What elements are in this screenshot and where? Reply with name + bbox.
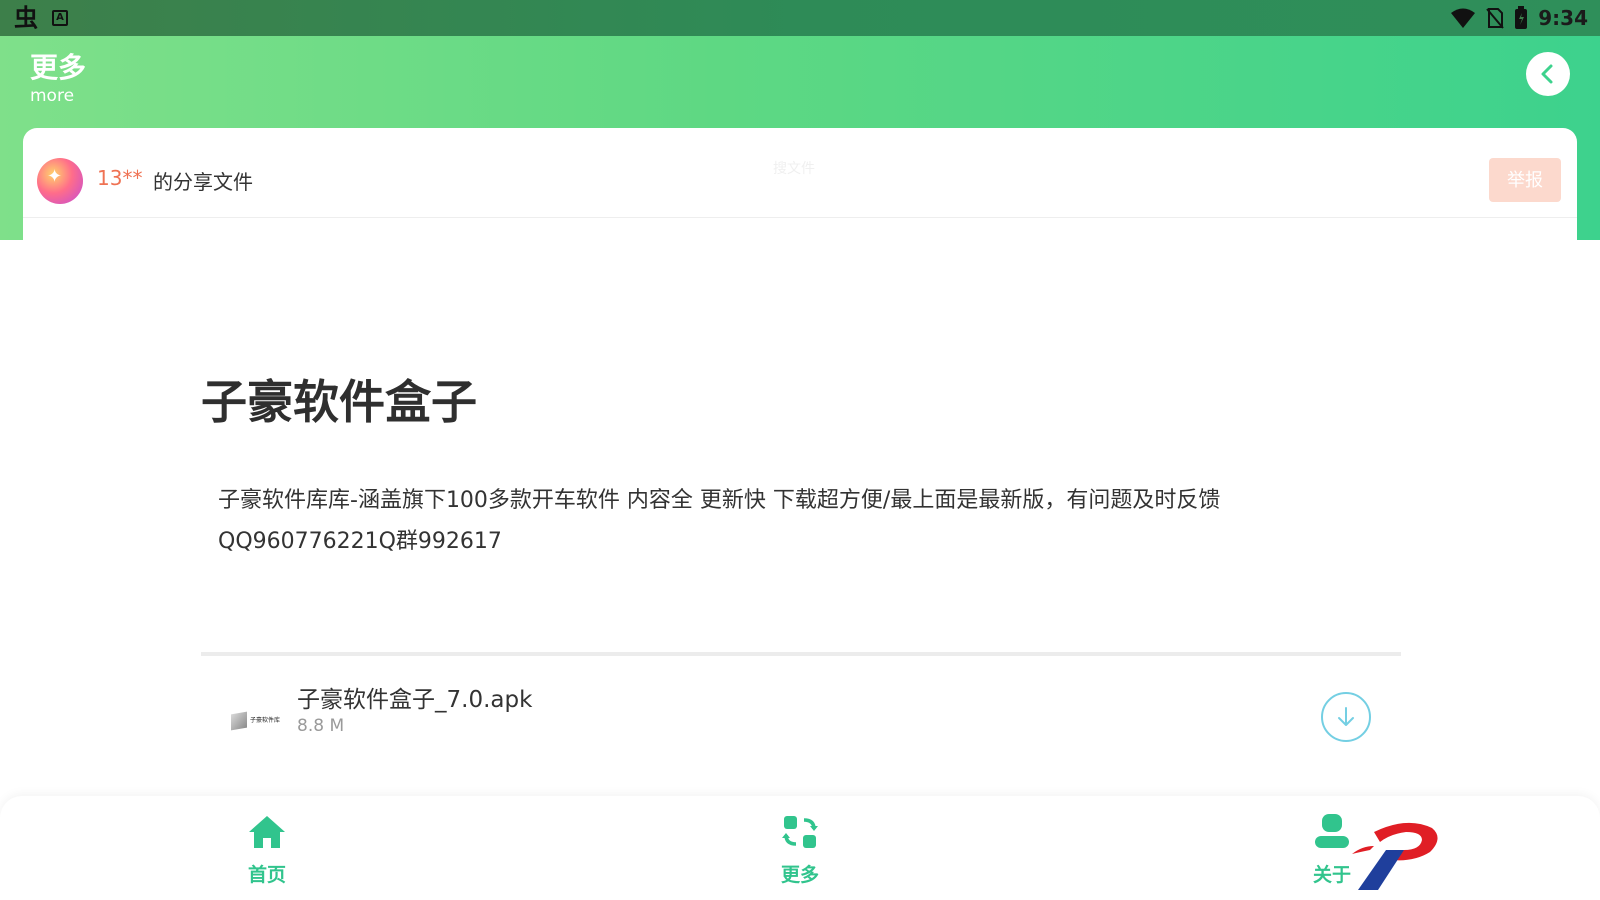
document-description: 子豪软件库库-涵盖旗下100多款开车软件 内容全 更新快 下载超方便/最上面是最… <box>218 488 1221 554</box>
divider <box>201 652 1401 656</box>
content-card: ✦ 13** 的分享文件 搜文件 举报 子豪软件盒子 子豪软件库库-涵盖旗下10… <box>23 128 1577 808</box>
a-icon: A <box>52 10 68 26</box>
avatar[interactable]: ✦ <box>37 158 83 204</box>
status-left: 虫 A <box>14 4 68 32</box>
file-size: 8.8 M <box>297 716 345 736</box>
status-right: 9:34 <box>1450 4 1588 32</box>
download-button[interactable] <box>1321 692 1371 742</box>
report-button[interactable]: 举报 <box>1489 158 1561 202</box>
share-label: 的分享文件 <box>153 170 253 194</box>
search-hint[interactable]: 搜文件 <box>773 158 815 178</box>
nav-item-home[interactable]: 首页 <box>222 812 312 892</box>
more-icon <box>782 816 818 848</box>
nav-label-more: 更多 <box>780 864 819 886</box>
nav-item-more[interactable]: 更多 <box>755 812 845 892</box>
file-item[interactable]: 子豪软件库 子豪软件盒子_7.0.apk 8.8 M <box>201 658 1401 768</box>
chevron-left-icon <box>1541 64 1553 84</box>
document-title: 子豪软件盒子 <box>201 375 477 429</box>
thumb-text: 子豪软件库 <box>250 717 281 724</box>
file-thumbnail: 子豪软件库 <box>231 710 283 732</box>
watermark-logo <box>1352 822 1438 890</box>
star-icon: ✦ <box>47 166 63 187</box>
status-bar: 虫 A 9:34 <box>0 0 1600 36</box>
file-name[interactable]: 子豪软件盒子_7.0.apk <box>297 680 532 714</box>
username[interactable]: 13** <box>97 166 142 190</box>
page-subtitle: more <box>30 86 75 106</box>
app-screen: 虫 A 9:34 更多 more ✦ 13** 的分享文件 搜文件 举报 子豪软… <box>0 0 1600 900</box>
home-icon <box>249 816 285 848</box>
no-sim-icon <box>1486 8 1505 29</box>
back-button[interactable] <box>1526 52 1570 96</box>
page-title: 更多 <box>30 51 87 84</box>
user-icon <box>1315 814 1349 848</box>
battery-icon <box>1515 6 1528 29</box>
clock: 9:34 <box>1538 6 1588 30</box>
download-arrow-icon <box>1338 707 1354 726</box>
share-header: ✦ 13** 的分享文件 搜文件 举报 <box>23 128 1577 218</box>
nav-label-home: 首页 <box>247 864 286 886</box>
bug-icon: 虫 <box>14 4 38 32</box>
box-icon <box>231 711 247 731</box>
wifi-icon <box>1451 8 1476 28</box>
